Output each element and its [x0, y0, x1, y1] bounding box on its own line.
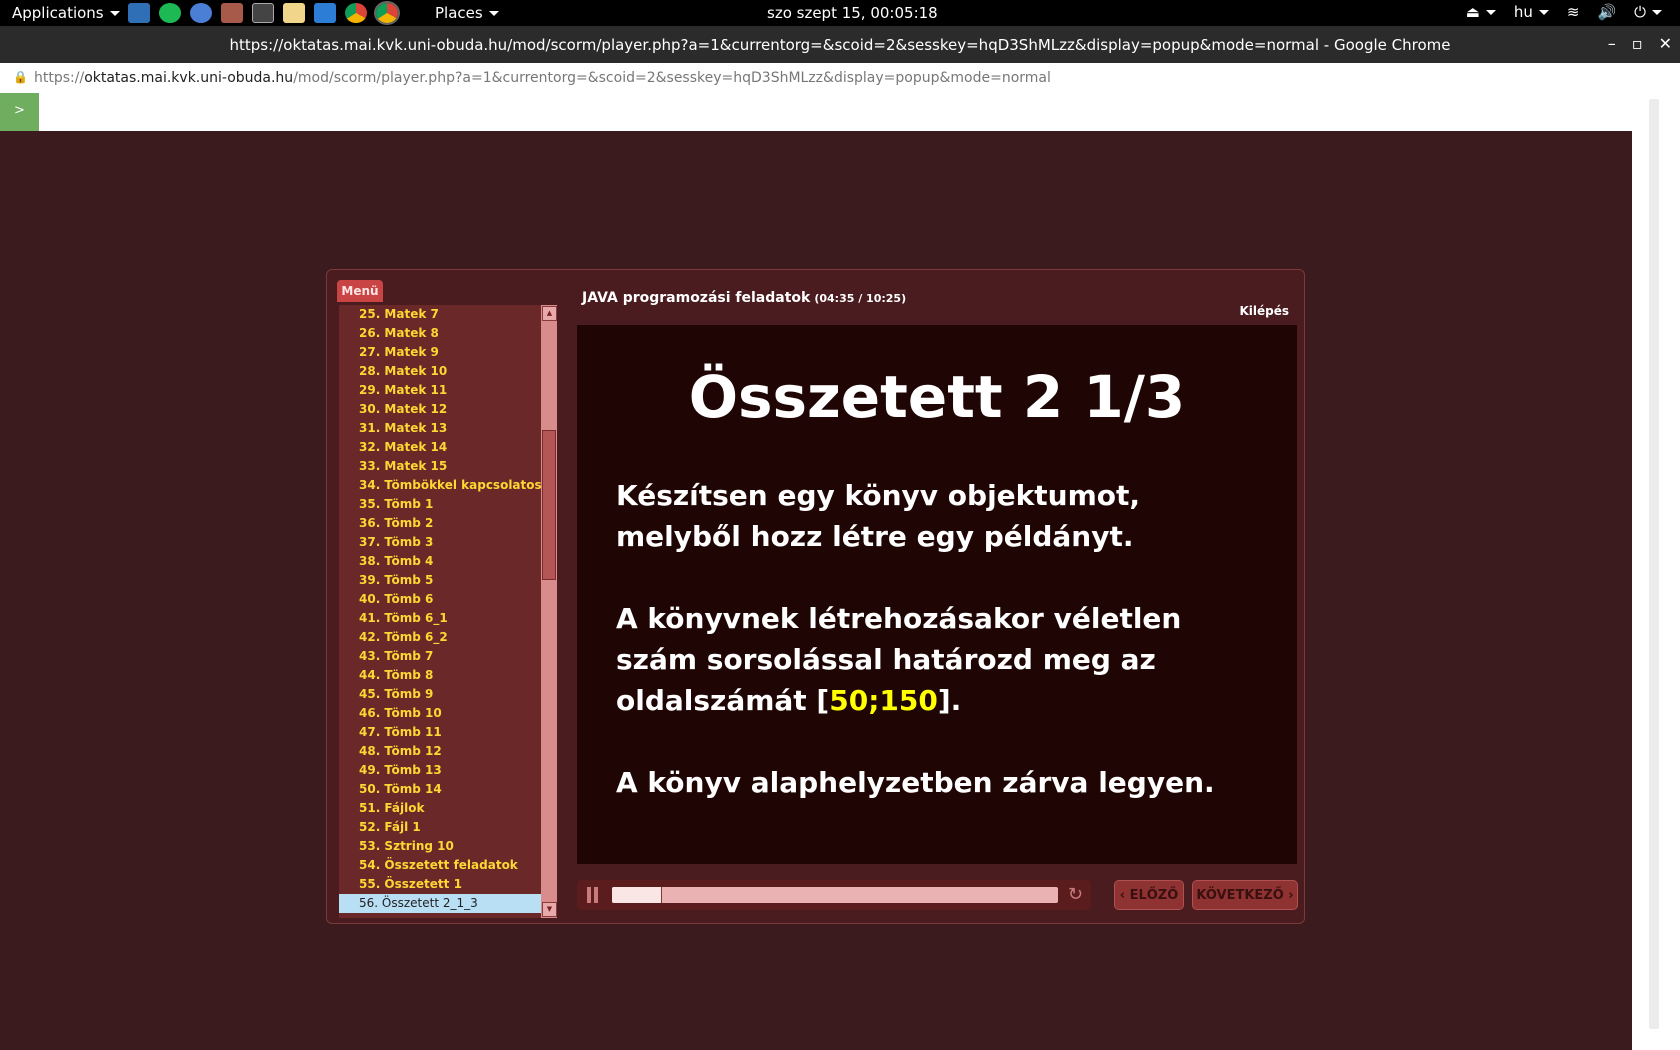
menu-item[interactable]: 39. Tömb 5 — [339, 571, 542, 590]
menu-item[interactable]: 34. Tömbökkel kapcsolatos f... — [339, 476, 542, 495]
chevron-down-icon — [488, 11, 499, 16]
maximize-icon[interactable]: ▫ — [1632, 34, 1643, 53]
menu-item[interactable]: 38. Tömb 4 — [339, 552, 542, 571]
menu-item[interactable]: 32. Matek 14 — [339, 438, 542, 457]
menu-item[interactable]: 28. Matek 10 — [339, 362, 542, 381]
wifi-icon[interactable]: ≋ — [1567, 3, 1580, 21]
slide-paragraph-1: Készítsen egy könyv objektumot, melyből … — [616, 479, 1141, 553]
minimize-icon[interactable]: – — [1608, 34, 1616, 53]
page-scrollbar-thumb[interactable] — [1649, 99, 1659, 1029]
url-host: oktatas.mai.kvk.uni-obuda.hu — [84, 70, 294, 86]
scorm-player: Menü 25. Matek 7 26. Matek 8 27. Matek 9 28… — [326, 269, 1305, 924]
applications-label: Applications — [12, 4, 104, 22]
volume-icon[interactable]: 🔊 — [1597, 3, 1616, 21]
chrome-icon[interactable] — [345, 3, 367, 23]
slide-heading: Összetett 2 1/3 — [688, 363, 1186, 431]
menu-item[interactable]: 45. Tömb 9 — [339, 685, 542, 704]
next-button[interactable]: KÖVETKEZŐ › — [1192, 880, 1298, 910]
menu-item[interactable]: 52. Fájl 1 — [339, 818, 542, 837]
url-text[interactable]: https://oktatas.mai.kvk.uni-obuda.hu/mod… — [34, 70, 1051, 86]
launcher-bar — [128, 1, 400, 25]
system-monitor-icon[interactable] — [314, 3, 336, 23]
toc-strip: > — [0, 93, 1632, 131]
slide-paragraph-3: A könyv alaphelyzetben zárva legyen. — [616, 766, 1215, 799]
window-titlebar: https://oktatas.mai.kvk.uni-obuda.hu/mod… — [0, 26, 1680, 63]
progress-bar[interactable] — [612, 887, 1058, 903]
menu-item[interactable]: 48. Tömb 12 — [339, 742, 542, 761]
terminal-icon[interactable] — [252, 3, 274, 23]
menu-item[interactable]: 29. Matek 11 — [339, 381, 542, 400]
exit-link[interactable]: Kilépés — [1239, 304, 1289, 318]
close-icon[interactable]: ✕ — [1659, 34, 1672, 53]
menu-item[interactable]: 53. Sztring 10 — [339, 837, 542, 856]
menu-item[interactable]: 46. Tömb 10 — [339, 704, 542, 723]
menu-item[interactable]: 26. Matek 8 — [339, 324, 542, 343]
window-controls: – ▫ ✕ — [1608, 34, 1672, 53]
lock-icon[interactable]: 🔒 — [13, 70, 28, 84]
playback-controls: ↻ — [577, 880, 1091, 910]
course-title: JAVA programozási feladatok (04:35 / 10:2… — [582, 290, 906, 306]
slide: Összetett 2 1/3 Készítsen egy könyv obje… — [577, 325, 1297, 864]
progress-fill — [612, 887, 663, 903]
scroll-up-icon[interactable]: ▲ — [542, 306, 557, 321]
chrome-active-icon[interactable] — [374, 1, 400, 25]
clock[interactable]: szo szept 15, 00:05:18 — [767, 4, 938, 22]
places-label: Places — [435, 4, 483, 22]
menu-tab[interactable]: Menü — [337, 280, 383, 302]
language-label: hu — [1513, 3, 1533, 21]
pause-icon[interactable] — [587, 887, 599, 903]
menu-item[interactable]: 54. Összetett feladatok — [339, 856, 542, 875]
url-scheme: https:// — [34, 70, 85, 86]
power-icon[interactable]: ⏻ — [1634, 3, 1662, 21]
page-scrollbar[interactable] — [1632, 93, 1680, 1050]
menu-item[interactable]: 36. Tömb 2 — [339, 514, 542, 533]
url-path: /mod/scorm/player.php?a=1&currentorg=&sc… — [293, 70, 1051, 86]
menu-item[interactable]: 33. Matek 15 — [339, 457, 542, 476]
menu-item[interactable]: 51. Fájlok — [339, 799, 542, 818]
menu-scrollbar-thumb[interactable] — [542, 430, 556, 580]
elapsed-time: (04:35 / 10:25) — [814, 292, 907, 305]
menu-item[interactable]: 40. Tömb 6 — [339, 590, 542, 609]
course-title-text: JAVA programozási feladatok — [582, 290, 811, 306]
address-bar[interactable]: 🔒 https://oktatas.mai.kvk.uni-obuda.hu/m… — [0, 63, 1680, 94]
menu-item[interactable]: 35. Tömb 1 — [339, 495, 542, 514]
menu-item[interactable]: 43. Tömb 7 — [339, 647, 542, 666]
toc-toggle-button[interactable]: > — [0, 93, 39, 131]
menu-item[interactable]: 55. Összetett 1 — [339, 875, 542, 894]
window-title: https://oktatas.mai.kvk.uni-obuda.hu/mod… — [229, 36, 1451, 54]
slide-paragraph-2-end: ]. — [937, 684, 962, 717]
previous-button[interactable]: ‹ ELŐZŐ — [1114, 880, 1184, 910]
menu-item[interactable]: 30. Matek 12 — [339, 400, 542, 419]
file-manager-icon[interactable] — [128, 3, 150, 23]
scroll-down-icon[interactable]: ▼ — [542, 902, 557, 917]
slide-range-highlight: 50;150 — [829, 684, 938, 717]
menu-item[interactable]: 56. Összetett 2_1_3 — [339, 894, 542, 913]
status-area: ⏏ hu ≋ 🔊 ⏻ — [1466, 3, 1662, 21]
applications-menu[interactable]: Applications — [12, 4, 120, 22]
menu-list: 25. Matek 7 26. Matek 8 27. Matek 9 28. Mat… — [339, 305, 542, 918]
chromium-icon[interactable] — [190, 3, 212, 23]
menu-item[interactable]: 31. Matek 13 — [339, 419, 542, 438]
language-indicator[interactable]: hu — [1514, 3, 1549, 21]
menu-item[interactable]: 50. Tömb 14 — [339, 780, 542, 799]
menu-item[interactable]: 25. Matek 7 — [339, 305, 542, 324]
menu-scrollbar[interactable]: ▲ ▼ — [541, 305, 557, 918]
menu-item[interactable]: 27. Matek 9 — [339, 343, 542, 362]
places-menu[interactable]: Places — [435, 4, 499, 22]
menu-item[interactable]: 44. Tömb 8 — [339, 666, 542, 685]
archive-icon[interactable] — [221, 3, 243, 23]
text-editor-icon[interactable] — [283, 3, 305, 23]
menu-item[interactable]: 49. Tömb 13 — [339, 761, 542, 780]
spotify-icon[interactable] — [159, 3, 181, 23]
chevron-down-icon — [1538, 10, 1549, 15]
menu-item[interactable]: 41. Tömb 6_1 — [339, 609, 542, 628]
eject-icon[interactable]: ⏏ — [1466, 3, 1496, 21]
menu-item[interactable]: 47. Tömb 11 — [339, 723, 542, 742]
menu-item[interactable]: 42. Tömb 6_2 — [339, 628, 542, 647]
chevron-down-icon — [109, 11, 120, 16]
replay-icon[interactable]: ↻ — [1068, 884, 1083, 905]
top-panel: Applications Places szo szept 15, 00:05:… — [0, 0, 1680, 26]
slide-paragraph-2: A könyvnek létrehozásakor véletlen szám … — [616, 598, 1256, 721]
menu-item[interactable]: 37. Tömb 3 — [339, 533, 542, 552]
